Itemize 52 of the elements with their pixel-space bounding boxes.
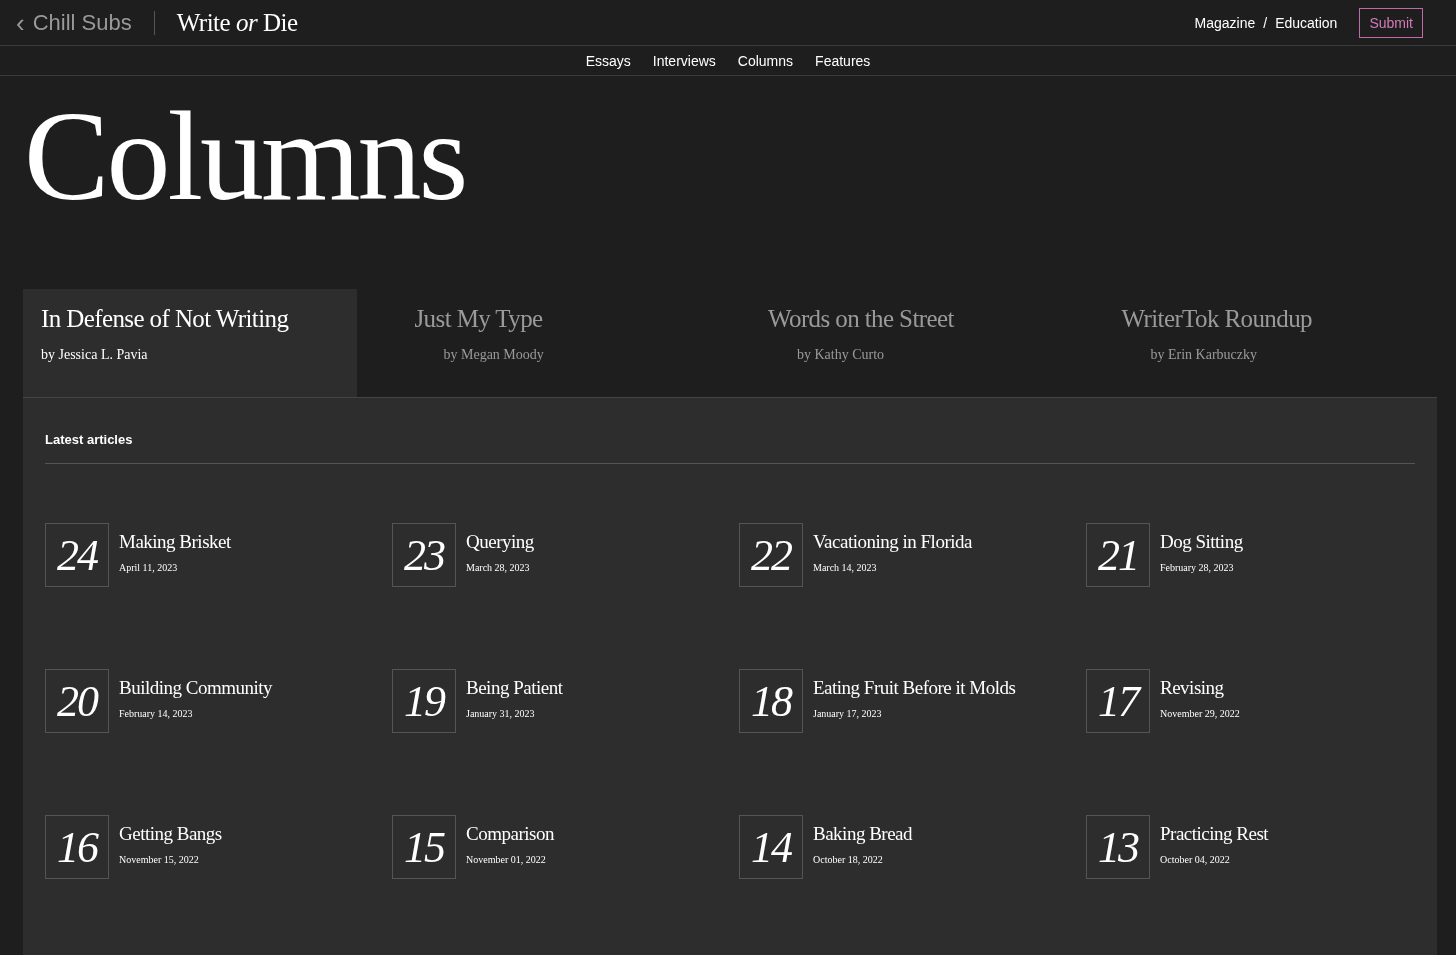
article-date: February 14, 2023	[119, 708, 194, 719]
article-date: March 28, 2023	[466, 562, 531, 573]
nav-link[interactable]: Features	[815, 52, 871, 69]
article-date: April 11, 2023	[119, 562, 179, 573]
breadcrumb-separator: /	[1263, 14, 1268, 31]
article-title[interactable]: Making Brisket	[119, 531, 231, 553]
article-number: 13	[1086, 815, 1150, 879]
article-number: 24	[45, 523, 109, 587]
column-tab[interactable]: Just My Type by Megan Moody	[376, 289, 730, 397]
nav-link[interactable]: Interviews	[652, 52, 716, 69]
article-date: October 18, 2022	[813, 854, 884, 865]
breadcrumb-link[interactable]: Magazine	[1194, 14, 1256, 31]
breadcrumb-link[interactable]: Education	[1275, 14, 1338, 31]
article-title[interactable]: Vacationing in Florida	[813, 531, 972, 553]
site-logo[interactable]: Write or Die	[176, 8, 298, 37]
column-tab[interactable]: In Defense of Not Writing by Jessica L. Pavia	[23, 289, 358, 397]
column-tab[interactable]: Words on the Street by Kathy Curto	[730, 289, 1084, 397]
article-date: February 28, 2023	[1160, 562, 1235, 573]
article-number: 16	[45, 815, 109, 879]
article-title[interactable]: Baking Bread	[813, 823, 912, 845]
article-date: October 04, 2022	[1160, 854, 1231, 865]
article-date: November 15, 2022	[119, 854, 200, 865]
article-title[interactable]: Being Patient	[466, 677, 563, 699]
article-number: 19	[392, 669, 456, 733]
page-title: Columns	[23, 84, 467, 229]
submit-button[interactable]: Submit	[1359, 7, 1423, 38]
article-number: 14	[739, 815, 803, 879]
article-date: November 29, 2022	[1160, 708, 1240, 719]
article-title[interactable]: Getting Bangs	[119, 823, 222, 845]
column-tab[interactable]: WriterTok Roundup by Erin Karbuczky	[1083, 289, 1437, 397]
article-number: 15	[392, 815, 456, 879]
article-title[interactable]: Comparison	[466, 823, 554, 845]
article-number: 18	[739, 669, 803, 733]
article-title[interactable]: Practicing Rest	[1160, 823, 1269, 845]
article-title[interactable]: Revising	[1160, 677, 1240, 699]
back-link[interactable]: ‹ Chill Subs	[16, 9, 132, 36]
article-number: 17	[1086, 669, 1150, 733]
article-number: 21	[1086, 523, 1150, 587]
nav-link[interactable]: Columns	[737, 52, 794, 69]
article-title[interactable]: Querying	[466, 531, 534, 553]
article-date: January 31, 2023	[466, 708, 536, 719]
article-date: January 17, 2023	[813, 708, 883, 719]
article-title[interactable]: Eating Fruit Before it Molds	[813, 677, 1016, 699]
article-number: 22	[739, 523, 803, 587]
article-title[interactable]: Dog Sitting	[1160, 531, 1243, 553]
article-date: November 01, 2022	[466, 854, 547, 865]
article-date: March 14, 2023	[813, 562, 878, 573]
article-number: 23	[392, 523, 456, 587]
section-heading: Latest articles	[45, 432, 1415, 464]
article-number: 20	[45, 669, 109, 733]
nav-link[interactable]: Essays	[585, 52, 631, 69]
article-title[interactable]: Building Community	[119, 677, 273, 699]
